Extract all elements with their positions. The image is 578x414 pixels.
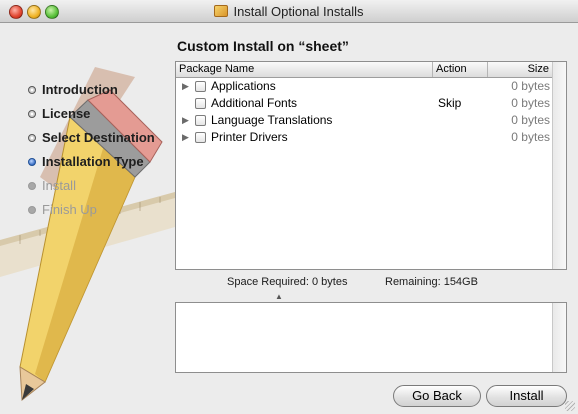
disclosure-triangle-icon[interactable]: ▶ <box>182 129 190 146</box>
package-name: Printer Drivers <box>211 130 288 144</box>
resize-grip-icon[interactable] <box>565 401 575 411</box>
step-label: Introduction <box>42 82 118 97</box>
window-title: Install Optional Installs <box>233 4 364 19</box>
package-rows: ▶ Applications 0 bytes Additional Fonts … <box>176 78 554 146</box>
disclosure-triangle-icon[interactable]: ▶ <box>182 112 190 129</box>
table-row[interactable]: ▶ Applications 0 bytes <box>176 78 554 95</box>
step-installation-type: Installation Type <box>28 150 178 174</box>
package-name: Language Translations <box>211 113 333 127</box>
package-size: 0 bytes <box>511 96 550 110</box>
title-bar[interactable]: Install Optional Installs <box>0 0 578 23</box>
package-action: Skip <box>438 96 462 110</box>
step-bullet-icon <box>28 134 36 142</box>
package-name: Applications <box>211 79 276 93</box>
step-license: License <box>28 102 178 126</box>
step-bullet-icon <box>28 86 36 94</box>
step-bullet-active-icon <box>28 158 36 166</box>
go-back-button[interactable]: Go Back <box>393 385 481 407</box>
step-bullet-pending-icon <box>28 206 36 214</box>
table-scrollbar[interactable] <box>552 62 566 269</box>
package-checkbox[interactable] <box>195 115 206 126</box>
step-label: Finish Up <box>42 202 97 217</box>
install-button[interactable]: Install <box>486 385 567 407</box>
disclosure-triangle-icon[interactable]: ▶ <box>182 78 190 95</box>
step-bullet-icon <box>28 110 36 118</box>
table-header: Package Name Action Size <box>176 62 566 78</box>
space-remaining-label: Remaining: 154GB <box>385 276 478 288</box>
step-install: Install <box>28 174 178 198</box>
step-select-destination: Select Destination <box>28 126 178 150</box>
step-label: License <box>42 106 91 121</box>
package-table: Package Name Action Size ▶ Applications … <box>175 61 567 270</box>
column-header-size[interactable]: Size <box>488 62 554 77</box>
installer-steps: Introduction License Select Destination … <box>28 78 178 222</box>
step-label: Install <box>42 178 76 193</box>
step-label: Installation Type <box>42 154 144 169</box>
package-description-box[interactable] <box>175 302 567 373</box>
column-header-package-name[interactable]: Package Name <box>176 62 433 77</box>
installer-box-icon <box>214 5 229 17</box>
window-title-group: Install Optional Installs <box>0 4 578 19</box>
step-label: Select Destination <box>42 130 155 145</box>
package-name: Additional Fonts <box>211 96 298 110</box>
table-row[interactable]: ▶ Language Translations 0 bytes <box>176 112 554 129</box>
package-checkbox[interactable] <box>195 98 206 109</box>
column-header-action[interactable]: Action <box>433 62 488 77</box>
installer-window: Install Optional Installs Introduction L… <box>0 0 578 414</box>
package-size: 0 bytes <box>511 79 550 93</box>
step-bullet-pending-icon <box>28 182 36 190</box>
space-required-label: Space Required: 0 bytes <box>227 276 348 288</box>
page-title: Custom Install on “sheet” <box>177 38 349 54</box>
table-row[interactable]: Additional Fonts Skip 0 bytes <box>176 95 554 112</box>
step-finish-up: Finish Up <box>28 198 178 222</box>
table-row[interactable]: ▶ Printer Drivers 0 bytes <box>176 129 554 146</box>
step-introduction: Introduction <box>28 78 178 102</box>
splitter-handle-icon[interactable]: ▲ <box>275 292 283 301</box>
package-checkbox[interactable] <box>195 81 206 92</box>
package-size: 0 bytes <box>511 130 550 144</box>
package-size: 0 bytes <box>511 113 550 127</box>
package-checkbox[interactable] <box>195 132 206 143</box>
description-scrollbar[interactable] <box>552 303 566 372</box>
